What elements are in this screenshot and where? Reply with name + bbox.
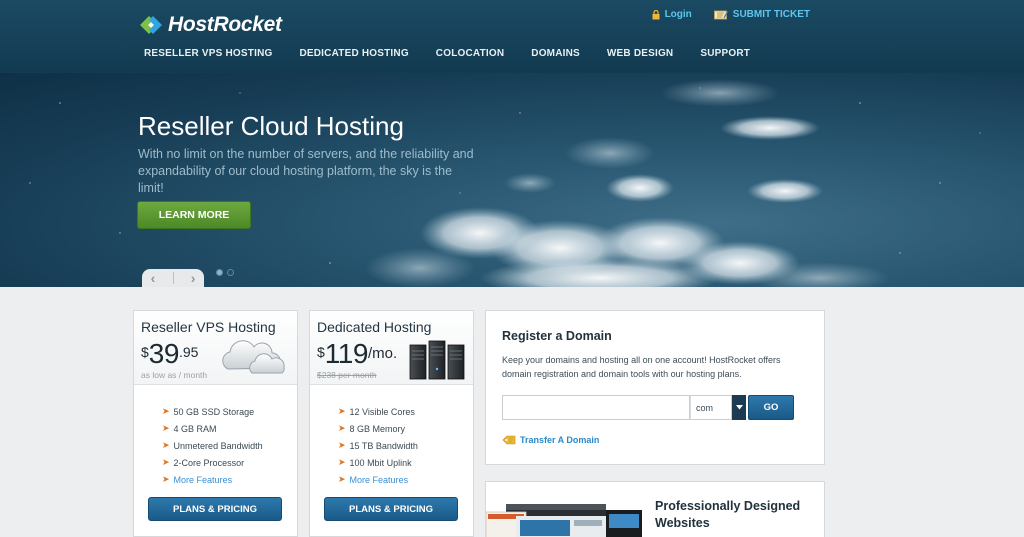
plan-card-header: Dedicated Hosting $ 119 /mo. $238 per mo… [310,311,473,385]
login-label: Login [664,9,692,20]
nav-support[interactable]: SUPPORT [700,48,750,59]
domain-title: Register a Domain [502,329,612,343]
tld-select[interactable]: com [690,395,732,420]
slider-dots [216,269,234,276]
nav-colocation[interactable]: COLOCATION [436,48,504,59]
plan-card-dedicated: Dedicated Hosting $ 119 /mo. $238 per mo… [309,310,474,537]
list-item: ➤ 12 Visible Cores [338,403,418,420]
plans-pricing-button[interactable]: PLANS & PRICING [148,497,282,521]
price-note: as low as / month [141,370,208,380]
price-period: /mo. [367,345,398,362]
arrow-bullet-icon: ➤ [162,440,170,450]
site-header: HostRocket Login SUBMIT TICKET RESELLER … [0,0,1024,73]
feature-text: 15 TB Bandwidth [349,440,418,451]
arrow-bullet-icon: ➤ [338,406,346,416]
price-cents: .95 [178,344,199,360]
ticket-icon [713,10,728,19]
domain-search-input[interactable] [502,395,690,420]
transfer-domain-label: Transfer A Domain [520,435,600,445]
arrow-bullet-icon: ➤ [338,457,346,467]
slider-dot-2[interactable] [227,269,234,276]
main-nav: RESELLER VPS HOSTING DEDICATED HOSTING C… [144,48,750,59]
hero-banner: Reseller Cloud Hosting With no limit on … [0,73,1024,287]
plan-price: $ 39 .95 [141,339,198,369]
list-item: ➤ 15 TB Bandwidth [338,437,418,454]
brand-name: HostRocket [168,13,282,36]
arrow-bullet-icon: ➤ [338,474,346,484]
feature-list: ➤ 50 GB SSD Storage ➤ 4 GB RAM ➤ Unmetered … [162,403,263,488]
nav-dedicated-hosting[interactable]: DEDICATED HOSTING [299,48,408,59]
list-item: ➤ Unmetered Bandwidth [162,437,263,454]
logo[interactable]: HostRocket [138,12,282,38]
list-item: ➤ 100 Mbit Uplink [338,454,418,471]
slider-next-icon[interactable]: › [191,271,196,285]
tld-dropdown-toggle[interactable] [732,395,746,420]
price-note: $238 per month [317,370,377,380]
list-item: ➤ 50 GB SSD Storage [162,403,263,420]
lock-icon [652,9,660,19]
more-features-text: More Features [349,474,409,485]
transfer-tag-icon [502,435,516,445]
arrow-bullet-icon: ➤ [162,457,170,467]
caret-down-icon [735,405,743,410]
arrow-bullet-icon: ➤ [162,423,170,433]
servers-icon [409,340,465,380]
arrow-bullet-icon: ➤ [338,440,346,450]
plan-price: $ 119 /mo. [317,339,397,369]
register-domain-card: Register a Domain Keep your domains and … [485,310,825,465]
arrow-bullet-icon: ➤ [162,406,170,416]
design-title: Professionally Designed Websites [655,499,801,530]
feature-text: Unmetered Bandwidth [173,440,263,451]
feature-text: 100 Mbit Uplink [349,457,412,468]
hero-subtitle: With no limit on the number of servers, … [138,147,474,195]
feature-text: 2-Core Processor [173,457,245,468]
price-currency: $ [317,344,325,360]
plan-title: Reseller VPS Hosting [141,319,276,335]
feature-list: ➤ 12 Visible Cores ➤ 8 GB Memory ➤ 15 TB Ba… [338,403,418,488]
website-screenshots-image [486,504,642,537]
cloud-icon [222,340,285,374]
price-currency: $ [141,344,149,360]
go-button[interactable]: GO [748,395,794,420]
slider-divider [172,272,174,284]
more-features-link[interactable]: ➤ More Features [162,471,263,488]
plans-pricing-button[interactable]: PLANS & PRICING [324,497,458,521]
slider-prev-icon[interactable]: ‹ [151,271,156,285]
list-item: ➤ 8 GB Memory [338,420,418,437]
feature-text: 8 GB Memory [349,423,406,434]
price-amount: 39 [148,338,180,369]
hostrocket-logo-icon [140,16,162,34]
web-design-card: Professionally Designed Websites [485,481,825,537]
feature-text: 50 GB SSD Storage [173,406,255,417]
price-amount: 119 [324,338,369,369]
nav-reseller-vps-hosting[interactable]: RESELLER VPS HOSTING [144,48,272,59]
feature-text: 12 Visible Cores [349,406,415,417]
more-features-text: More Features [173,474,233,485]
plan-card-reseller-vps: Reseller VPS Hosting $ 39 .95 as low as … [133,310,298,537]
feature-text: 4 GB RAM [173,423,217,434]
utility-links: Login SUBMIT TICKET [652,9,810,20]
list-item: ➤ 4 GB RAM [162,420,263,437]
plan-title: Dedicated Hosting [317,319,432,335]
learn-more-button[interactable]: LEARN MORE [137,201,251,229]
more-features-link[interactable]: ➤ More Features [338,471,418,488]
nav-web-design[interactable]: WEB DESIGN [607,48,673,59]
slider-controls: ‹ › [142,269,204,287]
login-link[interactable]: Login [652,9,692,20]
submit-ticket-label: SUBMIT TICKET [732,9,810,20]
domain-description: Keep your domains and hosting all on one… [502,355,781,379]
arrow-bullet-icon: ➤ [162,474,170,484]
transfer-domain-link[interactable]: Transfer A Domain [502,435,599,445]
nav-domains[interactable]: DOMAINS [531,48,580,59]
list-item: ➤ 2-Core Processor [162,454,263,471]
slider-dot-1[interactable] [216,269,223,276]
submit-ticket-link[interactable]: SUBMIT TICKET [713,9,810,20]
arrow-bullet-icon: ➤ [338,423,346,433]
hero-title: Reseller Cloud Hosting [138,111,404,141]
plan-card-header: Reseller VPS Hosting $ 39 .95 as low as … [134,311,297,385]
